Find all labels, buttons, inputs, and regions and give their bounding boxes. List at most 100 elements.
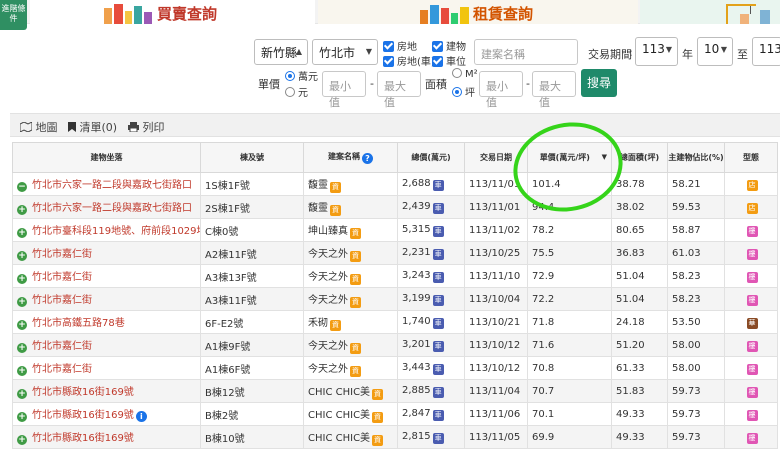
radio-ping[interactable]: 坪 [452,84,475,99]
table-row[interactable]: + 竹北市六家一路二段與嘉政七街路口 2S棟1F號 馥靈資 2,439 車 113/11/0… [12,195,778,219]
cell-ratio: 58.23 [667,287,725,311]
cell-address[interactable]: + 竹北市嘉仁街 [12,356,201,380]
col-header-address[interactable]: 建物坐落 [12,142,201,173]
cell-address[interactable]: + 竹北市縣政16街169號 i [12,402,201,426]
cell-address[interactable]: + 竹北市高鐵五路78巷 [12,310,201,334]
list-view-button[interactable]: 清單(0) [68,119,117,135]
table-row[interactable]: + 竹北市臺科段119地號、府前段1029地號 C棟0號 坤山臻真資 5,315 車 113… [12,218,778,242]
address-link[interactable]: 竹北市嘉仁街 [32,341,92,352]
address-link[interactable]: 竹北市高鐵五路78巷 [32,318,125,329]
info-badge[interactable]: 資 [372,411,384,423]
county-select[interactable]: 新竹縣 ▲ [254,39,308,65]
info-badge[interactable]: 資 [350,273,361,285]
cell-address[interactable]: + 竹北市嘉仁街 [12,287,201,311]
info-badge[interactable]: 資 [330,319,341,331]
advanced-filter-button[interactable]: 進階條件 [0,0,27,30]
table-row[interactable]: + 竹北市嘉仁街 A1棟9F號 今天之外資 3,201 車 113/10/12 71.6 51.… [12,333,778,357]
cell-address[interactable]: + 竹北市縣政16街169號 [12,379,201,403]
expand-icon[interactable]: + [17,412,27,422]
address-link[interactable]: 竹北市嘉仁街 [32,364,92,375]
table-row[interactable]: + 竹北市嘉仁街 A3棟11F號 今天之外資 3,199 車 113/10/04 72.2 51… [12,287,778,311]
info-badge[interactable]: 資 [330,181,341,193]
area-min-input[interactable]: 最小值 [479,71,523,109]
table-row[interactable]: + 竹北市縣政16街169號 B棟10號 CHIC CHIC美資 2,815 車 113/1… [12,425,778,449]
cell-address[interactable]: + 竹北市嘉仁街 [12,333,201,357]
price-max-input[interactable]: 最大值 [377,71,421,109]
address-link[interactable]: 竹北市縣政16街169號 [32,410,134,421]
expand-icon[interactable]: + [17,366,27,376]
col-header-unit[interactable]: 棟及號 [200,142,304,173]
collapse-icon[interactable]: − [17,182,27,192]
expand-icon[interactable]: + [17,274,27,284]
checkbox-building[interactable]: 建物 [432,38,466,53]
month-from-select[interactable]: 10 ▼ [697,37,733,66]
expand-icon[interactable]: + [17,320,27,330]
address-link[interactable]: 竹北市縣政16街169號 [32,387,134,398]
checkbox-parking[interactable]: 車位 [432,53,466,68]
area-max-input[interactable]: 最大值 [532,71,576,109]
radio-yuan[interactable]: 元 [285,84,308,99]
car-badge: 車 [432,432,444,444]
address-link[interactable]: 竹北市縣政16街169號 [32,433,134,444]
info-badge[interactable]: 資 [330,204,341,216]
year-to-select[interactable]: 113 [752,37,780,66]
radio-selected-icon [285,71,295,81]
info-badge[interactable]: 資 [350,365,361,377]
radio-wan[interactable]: 萬元 [285,68,318,83]
address-link[interactable]: 竹北市臺科段119地號、府前段1029地號 [32,226,200,237]
col-header-type[interactable]: 型態 [724,142,778,173]
table-row[interactable]: + 竹北市縣政16街169號 i B棟2號 CHIC CHIC美資 2,847 車 113/1… [12,402,778,426]
table-row[interactable]: + 竹北市嘉仁街 A3棟13F號 今天之外資 3,243 車 113/11/10 72.9 51… [12,264,778,288]
expand-icon[interactable]: + [17,435,27,445]
cell-unit: B棟12號 [200,379,304,403]
checkbox-house-land-car[interactable]: 房地(車) [383,53,435,68]
map-view-button[interactable]: 地圖 [19,119,58,135]
cell-address[interactable]: + 竹北市嘉仁街 [12,241,201,265]
address-link[interactable]: 竹北市嘉仁街 [32,295,92,306]
year-from-select[interactable]: 113 ▼ [635,37,678,66]
search-button[interactable]: 搜尋 [581,69,617,97]
cell-address[interactable]: + 竹北市臺科段119地號、府前段1029地號 [12,218,201,242]
expand-icon[interactable]: + [17,228,27,238]
expand-icon[interactable]: + [17,251,27,261]
address-link[interactable]: 竹北市六家一路二段與嘉政七街路口 [32,203,192,214]
expand-icon[interactable]: + [17,297,27,307]
info-badge[interactable]: 資 [350,342,361,354]
expand-icon[interactable]: + [17,205,27,215]
table-row[interactable]: + 竹北市嘉仁街 A1棟6F號 今天之外資 3,443 車 113/10/12 70.8 61.… [12,356,778,380]
address-link[interactable]: 竹北市嘉仁街 [32,249,92,260]
col-header-project[interactable]: 建案名稱? [303,142,398,173]
cell-address[interactable]: − 竹北市六家一路二段與嘉政七街路口 [12,172,201,196]
table-row[interactable]: + 竹北市高鐵五路78巷 6F-E2號 禾砌資 1,740 車 113/10/21 71.8 2… [12,310,778,334]
help-icon[interactable]: ? [362,153,373,164]
project-name-input[interactable]: 建案名稱 [474,39,578,65]
cell-total: 2,847 車 [397,402,465,426]
expand-icon[interactable]: + [17,389,27,399]
cell-address[interactable]: + 竹北市六家一路二段與嘉政七街路口 [12,195,201,219]
radio-sqm[interactable]: M² [452,68,478,80]
col-header-total[interactable]: 總價(萬元) [397,142,465,173]
cell-ratio: 53.50 [667,310,725,334]
price-min-input[interactable]: 最小值 [322,71,366,109]
address-link[interactable]: 竹北市六家一路二段與嘉政七街路口 [32,180,192,191]
cell-area: 49.33 [611,425,668,449]
checkbox-house-land[interactable]: 房地 [383,38,417,53]
print-button[interactable]: 列印 [128,119,165,135]
buy-query-tab[interactable]: 買賣查詢 [30,0,315,24]
address-link[interactable]: 竹北市嘉仁街 [32,272,92,283]
info-badge[interactable]: 資 [350,227,361,239]
info-badge[interactable]: 資 [372,434,384,446]
info-icon[interactable]: i [135,411,147,422]
expand-icon[interactable]: + [17,343,27,353]
col-header-ratio[interactable]: 主建物佔比(%) [667,142,725,173]
info-badge[interactable]: 資 [350,250,361,262]
rent-query-tab[interactable]: 租賃查詢 [318,0,638,24]
table-row[interactable]: + 竹北市嘉仁街 A2棟11F號 今天之外資 2,231 車 113/10/25 75.5 36… [12,241,778,265]
info-badge[interactable]: 資 [350,296,361,308]
table-row[interactable]: − 竹北市六家一路二段與嘉政七街路口 1S棟1F號 馥靈資 2,688 車 113/11/0… [12,172,778,196]
info-badge[interactable]: 資 [372,388,384,400]
town-select[interactable]: 竹北市 ▼ [312,39,378,65]
cell-address[interactable]: + 竹北市嘉仁街 [12,264,201,288]
table-row[interactable]: + 竹北市縣政16街169號 B棟12號 CHIC CHIC美資 2,885 車 113/1… [12,379,778,403]
cell-address[interactable]: + 竹北市縣政16街169號 [12,425,201,449]
